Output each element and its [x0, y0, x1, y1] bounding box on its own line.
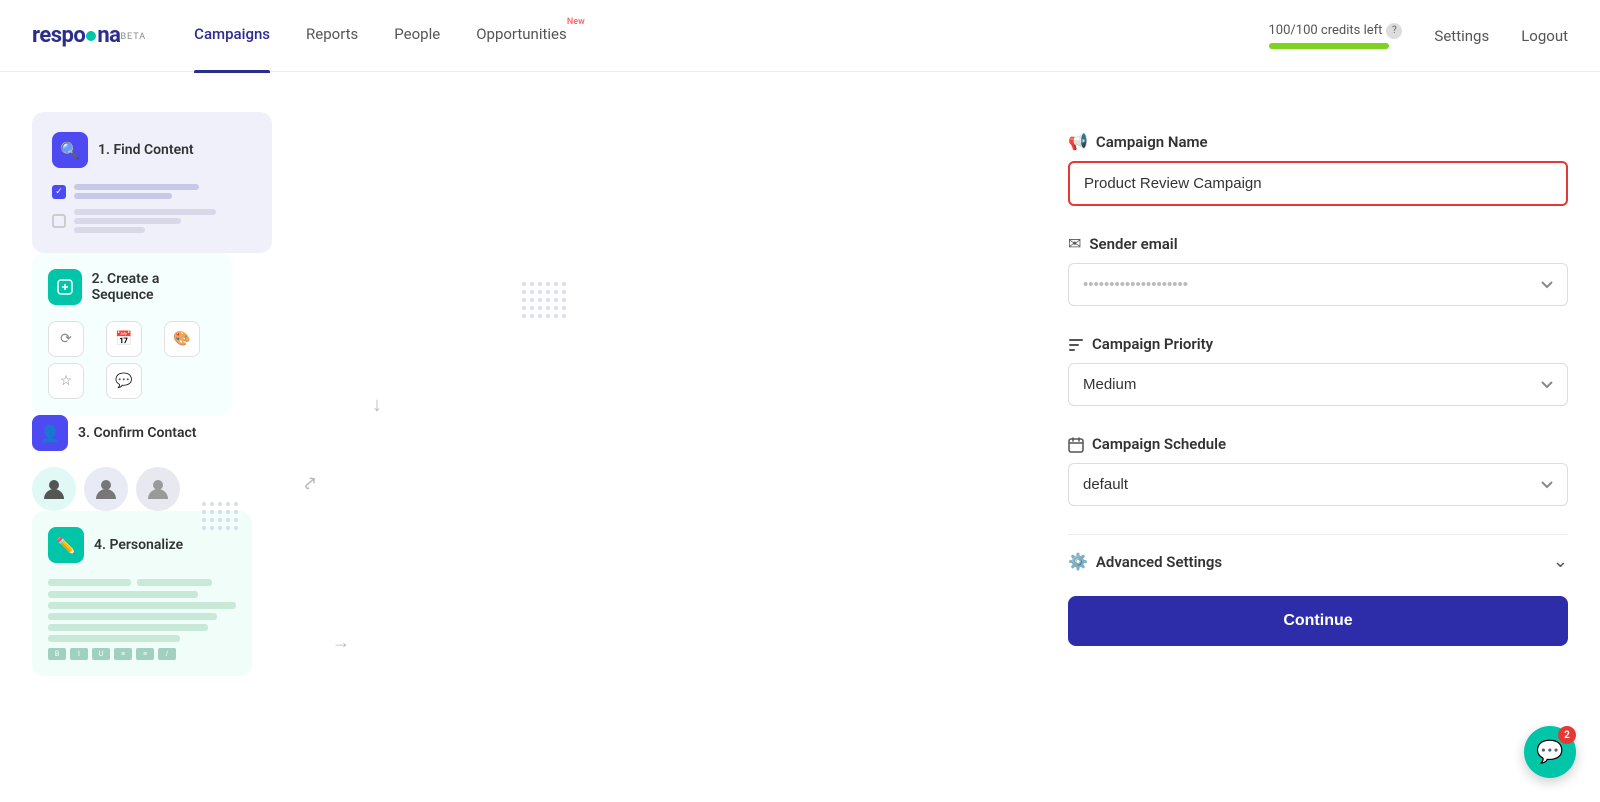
advanced-settings-label: Advanced Settings	[1096, 553, 1222, 571]
chat-icon: 💬	[1536, 740, 1563, 765]
icon-grid: ⟳ 📅 🎨 ☆ 💬	[48, 321, 216, 399]
settings-link[interactable]: Settings	[1434, 27, 1489, 45]
underline-btn: U	[92, 648, 110, 660]
sender-email-icon: ✉	[1068, 234, 1081, 253]
step4-icon: ✏️	[48, 527, 84, 563]
campaign-priority-select[interactable]: Low Medium High	[1068, 363, 1568, 406]
campaign-schedule-label-row: Campaign Schedule	[1068, 434, 1568, 453]
italic-btn: I	[70, 648, 88, 660]
app-header: respona BETA Campaigns Reports People Op…	[0, 0, 1600, 72]
avatar-1	[32, 467, 76, 511]
campaign-name-icon: 📢	[1068, 132, 1088, 151]
dots-decoration-1	[522, 282, 566, 318]
icon-calendar: 📅	[106, 321, 142, 357]
bold-btn: B	[48, 648, 66, 660]
sender-email-section: ✉ Sender email ••••••••••••••••••••	[1068, 234, 1568, 306]
step4-header: ✏️ 4. Personalize	[48, 527, 236, 563]
right-panel: 📢 Campaign Name ✉ Sender email •••••••••…	[1068, 112, 1568, 762]
campaign-schedule-select[interactable]: default weekdays weekends	[1068, 463, 1568, 506]
campaign-schedule-label: Campaign Schedule	[1092, 435, 1226, 453]
main-nav: Campaigns Reports People Opportunities N…	[194, 25, 1268, 47]
step3-label: 3. Confirm Contact	[78, 425, 197, 441]
step1-item-unchecked	[52, 209, 252, 233]
arrow-1-2: ↓	[372, 392, 382, 417]
logo-text: respona	[32, 23, 120, 48]
logo-dot	[86, 31, 96, 41]
campaign-name-label: Campaign Name	[1096, 133, 1208, 151]
checkbox-empty	[52, 214, 66, 228]
chat-bubble[interactable]: 💬 2	[1524, 726, 1576, 778]
step3-box: 👤 3. Confirm Contact	[32, 415, 232, 511]
icon-share: ⟳	[48, 321, 84, 357]
avatar-3	[136, 467, 180, 511]
step1-label: 1. Find Content	[98, 142, 194, 158]
campaign-priority-section: Campaign Priority Low Medium High	[1068, 334, 1568, 406]
advanced-settings-section[interactable]: ⚙️ Advanced Settings ⌄	[1068, 534, 1568, 588]
advanced-settings-left: ⚙️ Advanced Settings	[1068, 552, 1222, 571]
checkbox-checked: ✓	[52, 185, 66, 199]
credits-info-icon[interactable]: ?	[1386, 23, 1402, 39]
dots-decoration-2	[202, 502, 238, 530]
campaign-name-label-row: 📢 Campaign Name	[1068, 132, 1568, 151]
logout-link[interactable]: Logout	[1521, 27, 1568, 45]
main-content: 🔍 1. Find Content ✓	[0, 72, 1600, 802]
campaign-schedule-icon	[1068, 434, 1084, 453]
step2-box: 2. Create a Sequence ⟳ 📅 🎨 ☆ 💬	[32, 253, 232, 415]
icon-star: ☆	[48, 363, 84, 399]
header-right: 100/100 credits left ? Settings Logout	[1269, 23, 1569, 49]
step2-label: 2. Create a Sequence	[92, 271, 216, 303]
sender-email-select[interactable]: ••••••••••••••••••••	[1068, 263, 1568, 306]
text-toolbar: B I U ≡ ≡ /	[48, 648, 236, 660]
advanced-settings-icon: ⚙️	[1068, 552, 1088, 571]
logo: respona BETA	[32, 23, 146, 48]
illustration-area: 🔍 1. Find Content ✓	[32, 112, 1028, 762]
campaign-schedule-section: Campaign Schedule default weekdays weeke…	[1068, 434, 1568, 506]
nav-opportunities[interactable]: Opportunities New	[476, 25, 567, 47]
credits-bar	[1269, 43, 1389, 49]
icon-chat: 💬	[106, 363, 142, 399]
chevron-down-icon: ⌄	[1553, 551, 1568, 572]
step2-header: 2. Create a Sequence	[48, 269, 216, 305]
step1-icon: 🔍	[52, 132, 88, 168]
campaign-priority-label-row: Campaign Priority	[1068, 334, 1568, 353]
step2-icon	[48, 269, 82, 305]
step3-icon: 👤	[32, 415, 68, 451]
step1-header: 🔍 1. Find Content	[52, 132, 252, 168]
chat-badge: 2	[1558, 726, 1576, 744]
credits-text: 100/100 credits left ?	[1269, 23, 1403, 39]
new-badge: New	[567, 17, 585, 27]
step3-header: 👤 3. Confirm Contact	[32, 415, 232, 451]
sender-email-label-row: ✉ Sender email	[1068, 234, 1568, 253]
step1-item-checked: ✓	[52, 184, 252, 199]
continue-button[interactable]: Continue	[1068, 596, 1568, 646]
sender-email-label: Sender email	[1089, 235, 1177, 253]
icon-palette: 🎨	[164, 321, 200, 357]
campaign-priority-icon	[1068, 334, 1084, 353]
beta-badge: BETA	[120, 32, 146, 42]
arrow-3-4: →	[332, 632, 350, 653]
step1-box: 🔍 1. Find Content ✓	[32, 112, 272, 253]
step4-box: ✏️ 4. Personalize B I U ≡ ≡	[32, 511, 252, 676]
campaign-name-section: 📢 Campaign Name	[1068, 132, 1568, 206]
campaign-priority-label: Campaign Priority	[1092, 335, 1213, 353]
credits-area: 100/100 credits left ?	[1269, 23, 1403, 49]
nav-campaigns[interactable]: Campaigns	[194, 25, 270, 47]
nav-people[interactable]: People	[394, 25, 440, 47]
campaign-name-input[interactable]	[1068, 161, 1568, 206]
arrow-2-3: ↩	[297, 470, 322, 496]
nav-reports[interactable]: Reports	[306, 25, 358, 47]
step4-label: 4. Personalize	[94, 537, 183, 553]
text-lines: B I U ≡ ≡ /	[48, 579, 236, 660]
credits-bar-fill	[1269, 43, 1389, 49]
avatar-2	[84, 467, 128, 511]
